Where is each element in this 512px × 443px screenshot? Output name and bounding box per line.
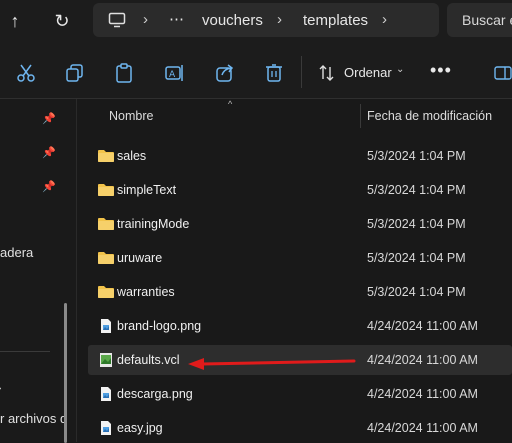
nav-item-adera[interactable]: adera: [0, 245, 33, 260]
image-file-icon: [97, 420, 115, 436]
paste-icon[interactable]: [113, 62, 135, 84]
copy-icon[interactable]: [64, 62, 86, 84]
sort-button[interactable]: Ordenar: [344, 65, 392, 80]
cut-icon[interactable]: [15, 62, 37, 84]
image-file-icon: [97, 318, 115, 334]
file-date: 5/3/2024 1:04 PM: [367, 183, 466, 197]
file-name: easy.jpg: [117, 421, 163, 435]
pin-icon[interactable]: 📌: [42, 146, 56, 159]
column-header-date[interactable]: Fecha de modificación: [367, 109, 492, 141]
breadcrumb-item-vouchers[interactable]: vouchers: [202, 12, 263, 29]
sort-icon[interactable]: [318, 64, 336, 82]
folder-icon: [97, 216, 115, 232]
refresh-icon[interactable]: ↻: [49, 8, 75, 34]
file-name: simpleText: [117, 183, 177, 197]
file-row[interactable]: warranties 5/3/2024 1:04 PM: [88, 277, 512, 307]
rename-icon[interactable]: A: [164, 62, 186, 84]
command-bar: A Ordenar ⌄ •••: [0, 46, 512, 99]
search-box[interactable]: Buscar en templates: [447, 3, 512, 37]
nav-item-archivos[interactable]: r archivos d: [0, 411, 67, 426]
file-date: 4/24/2024 11:00 AM: [367, 319, 478, 333]
breadcrumb-item-templates[interactable]: templates: [303, 12, 368, 29]
file-row[interactable]: brand-logo.png 4/24/2024 11:00 AM: [88, 311, 512, 341]
nav-scrollbar[interactable]: [64, 303, 67, 443]
address-bar-row: ↑ ↻ › ⋯ vouchers › templates › Buscar en…: [0, 0, 512, 46]
file-date: 5/3/2024 1:04 PM: [367, 285, 466, 299]
file-name: uruware: [117, 251, 163, 265]
delete-icon[interactable]: [263, 62, 285, 84]
file-date: 4/24/2024 11:00 AM: [367, 421, 478, 435]
nav-divider: [0, 351, 50, 352]
file-date: 4/24/2024 11:00 AM: [367, 387, 478, 401]
file-row[interactable]: uruware 5/3/2024 1:04 PM: [88, 243, 512, 273]
chevron-right-icon: ›: [143, 11, 148, 28]
folder-icon: [97, 182, 115, 198]
file-row[interactable]: simpleText 5/3/2024 1:04 PM: [88, 175, 512, 205]
chevron-right-icon: ›: [277, 11, 282, 28]
file-date: 5/3/2024 1:04 PM: [367, 251, 466, 265]
pin-icon[interactable]: 📌: [42, 180, 56, 193]
column-divider[interactable]: [360, 104, 361, 128]
file-name: warranties: [117, 285, 175, 299]
vcl-file-icon: [97, 352, 115, 368]
column-header-name[interactable]: Nombre: [109, 109, 153, 141]
svg-text:A: A: [169, 70, 176, 80]
file-row[interactable]: trainingMode 5/3/2024 1:04 PM: [88, 209, 512, 239]
details-pane-icon[interactable]: [494, 66, 512, 80]
file-name: brand-logo.png: [117, 319, 202, 333]
file-row[interactable]: descarga.png 4/24/2024 11:00 AM: [88, 379, 512, 409]
more-options-button[interactable]: •••: [430, 60, 452, 81]
computer-icon: [108, 12, 126, 28]
file-date: 5/3/2024 1:04 PM: [367, 149, 466, 163]
nav-item-marker: ›: [0, 383, 1, 394]
file-row[interactable]: sales 5/3/2024 1:04 PM: [88, 141, 512, 171]
annotation-arrow: [188, 358, 356, 370]
sort-ascending-icon: ^: [228, 99, 233, 109]
file-name: trainingMode: [117, 217, 190, 231]
file-name: sales: [117, 149, 147, 163]
file-row[interactable]: easy.jpg 4/24/2024 11:00 AM: [88, 413, 512, 443]
navigation-pane: 📌 📌 📌 adera › r archivos d: [0, 99, 77, 443]
toolbar-divider: [301, 56, 302, 88]
folder-icon: [97, 250, 115, 266]
pin-icon[interactable]: 📌: [42, 112, 56, 125]
file-name: descarga.png: [117, 387, 193, 401]
image-file-icon: [97, 386, 115, 402]
search-placeholder: Buscar en templates: [462, 12, 512, 28]
share-icon[interactable]: [214, 62, 236, 84]
file-name: defaults.vcl: [117, 353, 180, 367]
breadcrumb-overflow[interactable]: ⋯: [169, 10, 185, 28]
folder-icon: [97, 284, 115, 300]
file-date: 4/24/2024 11:00 AM: [367, 353, 478, 367]
folder-icon: [97, 148, 115, 164]
breadcrumb[interactable]: › ⋯ vouchers › templates ›: [93, 3, 439, 37]
up-arrow-icon[interactable]: ↑: [2, 8, 28, 34]
file-date: 5/3/2024 1:04 PM: [367, 217, 466, 231]
chevron-down-icon: ⌄: [396, 64, 405, 75]
chevron-right-icon[interactable]: ›: [382, 11, 387, 28]
